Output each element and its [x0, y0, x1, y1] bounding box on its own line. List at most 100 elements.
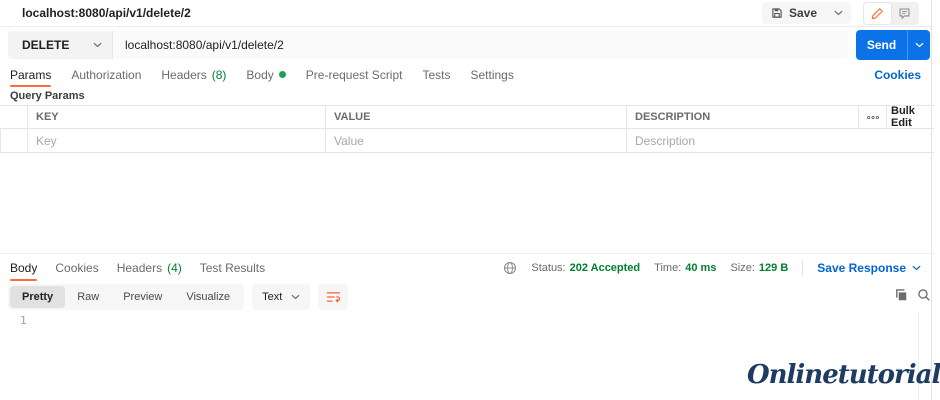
tab-body[interactable]: Body: [246, 62, 285, 87]
tab-pre-request-script[interactable]: Pre-request Script: [306, 62, 403, 87]
more-options-icon: [866, 115, 880, 120]
bulk-edit-button[interactable]: Bulk Edit: [886, 106, 934, 128]
format-dropdown[interactable]: Text: [252, 284, 310, 310]
status-label: Status:: [531, 262, 565, 274]
query-params-title: Query Params: [10, 90, 85, 102]
view-preview-button[interactable]: Preview: [111, 286, 174, 308]
tab-params[interactable]: Params: [10, 62, 51, 87]
view-raw-button[interactable]: Raw: [65, 286, 111, 308]
response-headers-count-badge: (4): [167, 261, 182, 275]
search-button[interactable]: [917, 288, 931, 302]
panel-right-border: [931, 0, 932, 400]
header-actions: Save: [762, 2, 919, 25]
query-params-header-row: KEY VALUE DESCRIPTION Bulk Edit: [0, 105, 934, 129]
save-response-button[interactable]: Save Response: [817, 261, 921, 275]
request-title[interactable]: localhost:8080/api/v1/delete/2: [22, 6, 191, 20]
cookies-link[interactable]: Cookies: [874, 62, 921, 87]
tab-label: Settings: [471, 68, 514, 82]
save-options-caret[interactable]: [826, 2, 851, 24]
comment-button[interactable]: [891, 3, 918, 24]
request-tabs: Params Authorization Headers (8) Body Pr…: [0, 62, 931, 87]
row-gutter: [0, 129, 27, 152]
editor-line-number: 1: [20, 314, 27, 327]
send-button[interactable]: Send: [856, 30, 907, 60]
chevron-down-icon: [912, 265, 921, 271]
chevron-down-icon: [291, 294, 300, 300]
params-more-options-button[interactable]: [858, 106, 886, 128]
copy-button[interactable]: [894, 288, 908, 302]
tab-settings[interactable]: Settings: [471, 62, 514, 87]
column-header-description: DESCRIPTION: [626, 106, 858, 128]
time-label: Time:: [654, 262, 681, 274]
tab-label: Headers: [161, 68, 206, 82]
meta-divider: [802, 260, 803, 276]
tab-label: Authorization: [71, 68, 141, 82]
edit-comment-group: [863, 2, 919, 25]
row-gutter: [0, 106, 27, 128]
response-tab-body[interactable]: Body: [10, 254, 37, 281]
time-value: 40 ms: [685, 262, 716, 274]
method-selector[interactable]: DELETE: [8, 31, 112, 59]
globe-icon[interactable]: [503, 261, 517, 275]
url-input[interactable]: [112, 31, 848, 59]
search-icon: [917, 288, 931, 302]
param-description-input[interactable]: [635, 134, 926, 148]
response-tab-test-results[interactable]: Test Results: [200, 254, 265, 281]
wrap-lines-button[interactable]: [318, 284, 348, 310]
column-header-key: KEY: [27, 106, 325, 128]
save-response-label: Save Response: [817, 261, 906, 275]
request-url-bar: DELETE: [8, 31, 848, 59]
response-view-toolbar: Pretty Raw Preview Visualize Text: [8, 284, 348, 310]
param-description-cell: [626, 129, 934, 152]
tab-label: Tests: [422, 68, 450, 82]
body-modified-dot: [279, 71, 286, 78]
tab-authorization[interactable]: Authorization: [71, 62, 141, 87]
send-options-caret[interactable]: [907, 30, 930, 60]
format-selected-label: Text: [262, 291, 282, 303]
chevron-down-icon: [93, 42, 102, 48]
size-badge: Size: 129 B: [730, 262, 788, 274]
save-button[interactable]: Save: [762, 6, 826, 20]
view-pretty-button[interactable]: Pretty: [10, 286, 65, 308]
time-badge: Time: 40 ms: [654, 262, 716, 274]
size-value: 129 B: [759, 262, 788, 274]
param-key-cell: [27, 129, 325, 152]
response-actions: [894, 288, 931, 302]
copy-icon: [894, 288, 908, 302]
query-params-table: KEY VALUE DESCRIPTION Bulk Edit: [0, 105, 934, 153]
view-mode-segmented-control: Pretty Raw Preview Visualize: [8, 284, 244, 310]
save-button-label: Save: [789, 6, 817, 20]
size-label: Size:: [730, 262, 754, 274]
wrap-lines-icon: [326, 291, 341, 303]
pencil-icon: [871, 7, 884, 20]
param-value-input[interactable]: [334, 134, 618, 148]
save-button-group: Save: [762, 2, 851, 24]
response-meta: Status: 202 Accepted Time: 40 ms Size: 1…: [503, 254, 921, 281]
query-params-empty-row: [0, 129, 934, 153]
tab-label: Body: [246, 68, 273, 82]
status-badge: Status: 202 Accepted: [531, 262, 640, 274]
postman-app: localhost:8080/api/v1/delete/2 Save: [0, 0, 940, 400]
save-icon: [771, 7, 783, 19]
tab-headers[interactable]: Headers (8): [161, 62, 226, 87]
tab-label: Test Results: [200, 261, 265, 275]
tab-label: Body: [10, 261, 37, 275]
watermark-text: Onlinetutorialspoint: [747, 360, 940, 390]
param-key-input[interactable]: [36, 134, 317, 148]
tab-tests[interactable]: Tests: [422, 62, 450, 87]
headers-count-badge: (8): [212, 68, 227, 82]
tab-label: Params: [10, 68, 51, 82]
request-header-bar: localhost:8080/api/v1/delete/2 Save: [0, 0, 931, 27]
tab-label: Headers: [117, 261, 162, 275]
tab-label: Cookies: [55, 261, 98, 275]
param-value-cell: [325, 129, 626, 152]
view-visualize-button[interactable]: Visualize: [174, 286, 242, 308]
response-tabs: Body Cookies Headers (4) Test Results St…: [0, 254, 931, 281]
comment-icon: [898, 7, 911, 20]
edit-button[interactable]: [864, 3, 891, 24]
status-value: 202 Accepted: [570, 262, 641, 274]
response-tab-headers[interactable]: Headers (4): [117, 254, 182, 281]
method-label: DELETE: [22, 38, 69, 52]
send-button-group: Send: [856, 30, 930, 60]
response-tab-cookies[interactable]: Cookies: [55, 254, 98, 281]
